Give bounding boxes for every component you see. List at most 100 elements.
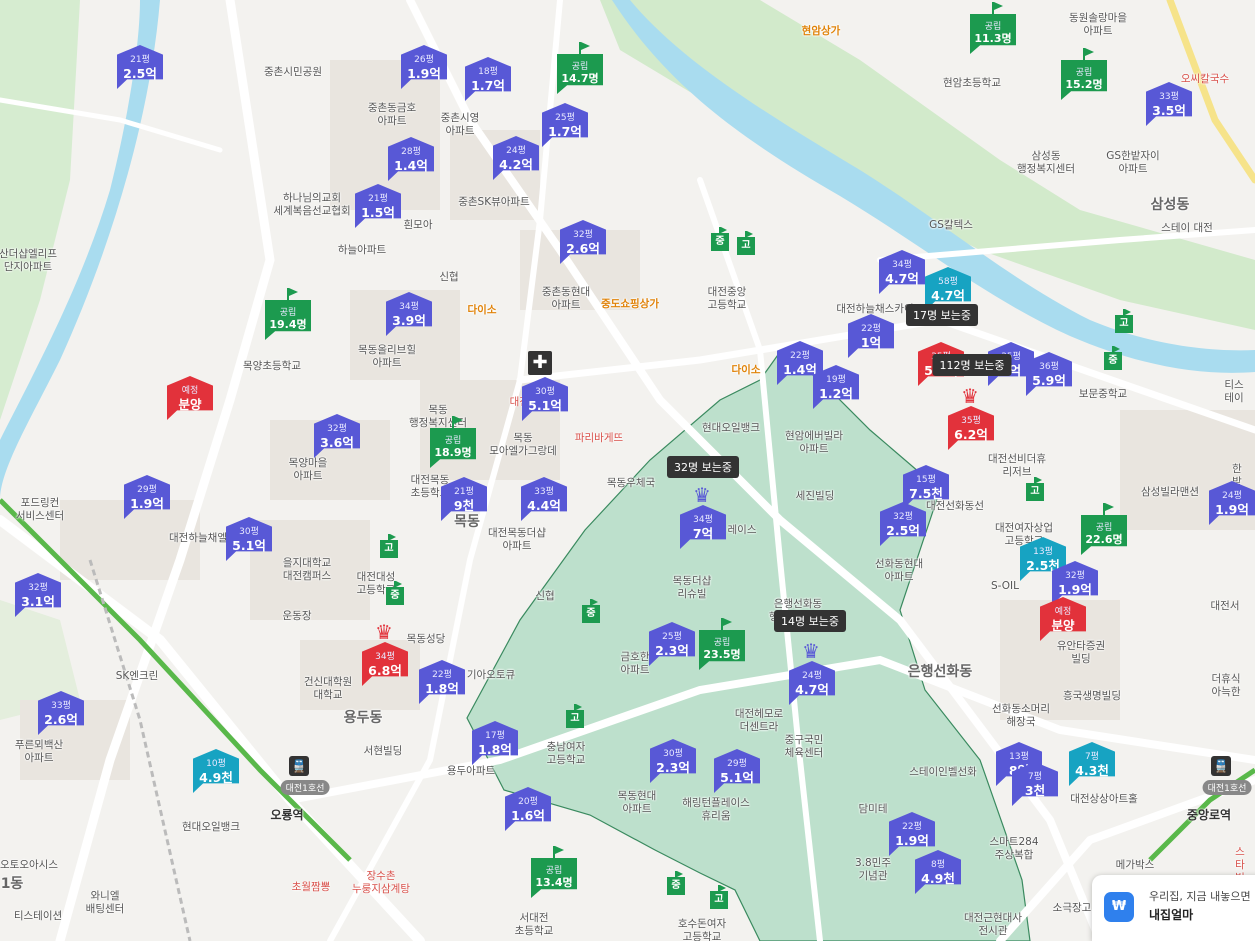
poi-label[interactable]: 스테이인벨선화 [909,766,977,779]
price-marker[interactable]: 34평 4.7억 [879,242,925,294]
poi-label[interactable]: 건신대학원 대학교 [304,676,352,702]
price-marker[interactable]: 20평 1.6억 [505,779,551,831]
price-marker[interactable]: 36평 5.9억 [1026,344,1072,396]
viewer-count-tag[interactable]: 112명 보는중 [932,354,1012,376]
map-view[interactable]: 은행선화동 삼성동 용두동 목동 1동 중촌시민공원 중촌동금호 아파트 중촌시영 아파트 하나… [0,0,1255,941]
price-marker[interactable]: 35평6.2억 [948,384,994,450]
price-marker[interactable]: 7평 4.3천 [1069,734,1115,786]
price-marker[interactable]: 29평 1.9억 [124,467,170,519]
school-flag-icon[interactable]: 고 [566,704,584,728]
price-marker[interactable]: 33평 4.4억 [521,469,567,521]
price-marker[interactable]: 7평 3천 [1012,754,1058,806]
price-marker[interactable]: 34평6.8억 [362,620,408,686]
poi-label[interactable]: 중촌동금호 아파트 [368,102,416,128]
poi-label[interactable]: 보문중학교 [1079,388,1127,401]
school-stat-marker[interactable]: 공립 19.4명 [265,288,311,340]
school-flag-icon[interactable]: 고 [380,534,398,558]
price-marker[interactable]: 32평 2.6억 [560,212,606,264]
poi-label[interactable]: S-OIL [991,580,1019,593]
price-marker[interactable]: 19평 1.2억 [813,357,859,409]
poi-label[interactable]: 해링턴플레이스 휴리움 [682,797,750,823]
poi-label[interactable]: 다이소 [732,364,761,377]
price-marker[interactable]: 30평 5.1억 [522,369,568,421]
price-marker[interactable]: 25평 2.3억 [649,614,695,666]
poi-label[interactable]: 중구국민 체육센터 [785,734,824,760]
price-marker[interactable]: 22평 1.8억 [419,652,465,704]
poi-label[interactable]: GS한밭자이 아파트 [1106,150,1159,176]
poi-label[interactable]: 을지대학교 대전캠퍼스 [283,557,331,583]
poi-label[interactable]: 파리바게뜨 [575,432,623,445]
poi-label[interactable]: 스마트284 주상복합 [989,836,1038,862]
viewer-count-tag[interactable]: 32명 보는중 [667,456,739,478]
poi-label[interactable]: 용두아파트 [447,765,495,778]
price-marker[interactable]: 29평 5.1억 [714,741,760,793]
poi-label[interactable]: 대전목동더샵 아파트 [488,527,546,553]
poi-label[interactable]: 선화동소머리 해장국 [992,703,1050,729]
home-price-promo-banner[interactable]: ₩ 우리집, 지금 내놓으면 내집얼마 [1092,875,1255,941]
poi-label[interactable]: 중촌시영 아파트 [441,112,480,138]
poi-label[interactable]: 삼성동 행정복지센터 [1017,150,1075,176]
station-name[interactable]: 중앙로역 [1187,806,1231,823]
poi-label[interactable]: 신협 [535,590,554,603]
school-flag-icon[interactable]: 중 [711,227,729,251]
poi-label[interactable]: SK엔크린 [116,670,159,683]
poi-label[interactable]: 목동올리브힐 아파트 [358,344,416,370]
school-flag-icon[interactable]: 중 [667,871,685,895]
school-flag-icon[interactable]: 고 [737,231,755,255]
price-marker[interactable]: 21평 2.5억 [117,37,163,89]
poi-label[interactable]: 대전상상아트홀 [1070,793,1138,806]
price-marker[interactable]: 18평 1.7억 [465,49,511,101]
poi-label[interactable]: 3.8민주 기념관 [855,857,891,883]
price-marker[interactable]: 33평 2.6억 [38,683,84,735]
price-marker[interactable]: 24평 4.2억 [493,128,539,180]
poi-label[interactable]: 대전중앙 고등학교 [708,286,747,312]
price-marker[interactable]: 24평4.7억 [789,639,835,705]
school-flag-icon[interactable]: 고 [710,885,728,909]
poi-label[interactable]: 운동장 [283,610,312,623]
price-marker[interactable]: 33평 3.5억 [1146,74,1192,126]
poi-label[interactable]: 동원솔랑마을 아파트 [1069,12,1127,38]
poi-label[interactable]: 포드링컨 서비스센터 [16,497,64,523]
poi-label[interactable]: 흥국생명빌딩 [1063,690,1121,703]
price-marker[interactable]: 30평 5.1억 [226,509,272,561]
price-marker[interactable]: 21평 1.5억 [355,176,401,228]
price-marker[interactable]: 22평 1억 [848,306,894,358]
price-marker[interactable]: 30평 2.3억 [650,731,696,783]
price-marker[interactable]: 예정 분양 [167,368,213,420]
price-marker[interactable]: 24평 1.9억 [1209,473,1255,525]
poi-label[interactable]: 오토오아시스 [0,859,58,872]
school-stat-marker[interactable]: 공립 14.7명 [557,42,603,94]
school-stat-marker[interactable]: 공립 22.6명 [1081,503,1127,555]
price-marker[interactable]: 32평 3.1억 [15,565,61,617]
poi-label[interactable]: 대전헤모로 더센트라 [735,708,783,734]
price-marker[interactable]: 예정 분양 [1040,589,1086,641]
poi-label[interactable]: 목동성당 [407,633,446,646]
school-flag-icon[interactable]: 고 [1026,477,1044,501]
price-marker[interactable]: 21평 9천 [441,469,487,521]
poi-label[interactable]: GS칼텍스 [929,219,973,232]
price-marker[interactable]: 34평 3.9억 [386,284,432,336]
price-marker[interactable]: 32평 3.6억 [314,406,360,458]
poi-label[interactable]: 현암에버빌라 아파트 [785,430,843,456]
price-marker[interactable]: 34평7억 [680,483,726,549]
station-name[interactable]: 오룡역 [270,806,303,823]
poi-label[interactable]: 충남여자 고등학교 [547,741,586,767]
poi-label[interactable]: 목동더샵 리슈빌 [673,575,712,601]
poi-label[interactable]: 하늘아파트 [338,244,386,257]
poi-label[interactable]: 대전근현대사 전시관 [964,912,1022,938]
poi-label[interactable]: 현암상가 [802,25,841,38]
poi-label[interactable]: 티스테이션 [14,910,62,923]
price-marker[interactable]: 32평 2.5억 [880,494,926,546]
poi-label[interactable]: 금호한 아파트 [621,651,650,677]
price-marker[interactable]: 26평 1.9억 [401,37,447,89]
poi-label[interactable]: 서현빌딩 [364,745,403,758]
poi-label[interactable]: 목동 모아엘가그랑데 [489,432,557,458]
poi-label[interactable]: 현암초등학교 [943,77,1001,90]
subway-train-icon[interactable]: 🚆 [1211,756,1231,776]
poi-label[interactable]: 서대전 초등학교 [515,912,554,938]
school-stat-marker[interactable]: 공립 15.2명 [1061,48,1107,100]
poi-label[interactable]: 신협 [439,271,458,284]
poi-label[interactable]: 중도쇼핑상가 [601,298,659,311]
poi-label[interactable]: 현대오일뱅크 [702,422,760,435]
price-marker[interactable]: 10평 4.9천 [193,741,239,793]
